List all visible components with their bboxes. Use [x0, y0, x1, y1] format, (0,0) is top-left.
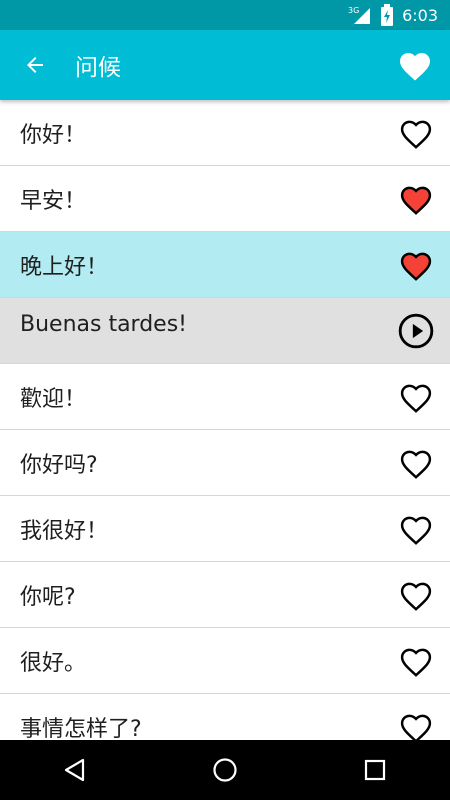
list-item[interactable]: 你好！: [0, 100, 450, 166]
list-item-selected[interactable]: 晚上好！: [0, 232, 450, 298]
app-bar: 问候: [0, 30, 450, 100]
nav-recents-icon: [364, 759, 386, 781]
heart-filled-red-icon[interactable]: [394, 177, 438, 221]
phrase-text: 很好。: [20, 650, 87, 676]
list-item[interactable]: 很好。: [0, 628, 450, 694]
phrase-text: 我很好！: [20, 518, 109, 544]
system-nav-bar: [0, 740, 450, 800]
status-bar: 3G 6:03: [0, 0, 450, 30]
heart-outline-icon[interactable]: [394, 375, 438, 419]
phrase-text: 你呢?: [20, 584, 76, 610]
phrase-text: 你好！: [20, 122, 87, 148]
phrase-text: 歡迎！: [20, 386, 87, 412]
favorites-button[interactable]: [380, 30, 450, 100]
status-time: 6:03: [402, 5, 438, 25]
heart-outline-icon[interactable]: [394, 705, 438, 740]
list-item[interactable]: 你好吗?: [0, 430, 450, 496]
back-button[interactable]: [0, 30, 70, 100]
nav-recents-button[interactable]: [345, 740, 405, 800]
nav-home-button[interactable]: [195, 740, 255, 800]
translation-text: Buenas tardes!: [20, 312, 187, 337]
svg-text:3G: 3G: [348, 6, 359, 15]
heart-filled-icon: [400, 53, 430, 81]
nav-back-icon: [64, 758, 85, 782]
nav-back-button[interactable]: [45, 740, 105, 800]
arrow-left-icon: [27, 57, 43, 73]
phrase-text: 早安！: [20, 188, 87, 214]
list-item[interactable]: 事情怎样了?: [0, 694, 450, 740]
heart-outline-icon[interactable]: [394, 507, 438, 551]
play-circle-icon[interactable]: [394, 309, 438, 353]
heart-outline-icon[interactable]: [394, 441, 438, 485]
list-item[interactable]: 歡迎！: [0, 364, 450, 430]
heart-filled-red-icon[interactable]: [394, 243, 438, 287]
page-title: 问候: [75, 55, 121, 81]
heart-outline-icon[interactable]: [394, 639, 438, 683]
heart-outline-icon[interactable]: [394, 111, 438, 155]
list-item[interactable]: 我很好！: [0, 496, 450, 562]
heart-outline-icon[interactable]: [394, 573, 438, 617]
phrase-text: 事情怎样了?: [20, 716, 142, 741]
nav-home-icon: [213, 758, 237, 782]
translation-row[interactable]: Buenas tardes!: [0, 298, 450, 364]
phrase-text: 你好吗?: [20, 452, 98, 478]
list-item[interactable]: 你呢?: [0, 562, 450, 628]
phrase-text: 晚上好！: [20, 254, 109, 280]
phrase-list[interactable]: 你好！ 早安！ 晚上好！ Buenas tardes! 歡迎！ 你好吗? 我很好…: [0, 100, 450, 740]
signal-3g-icon: 3G: [348, 5, 372, 25]
list-item[interactable]: 早安！: [0, 166, 450, 232]
battery-charging-icon: [380, 4, 394, 26]
